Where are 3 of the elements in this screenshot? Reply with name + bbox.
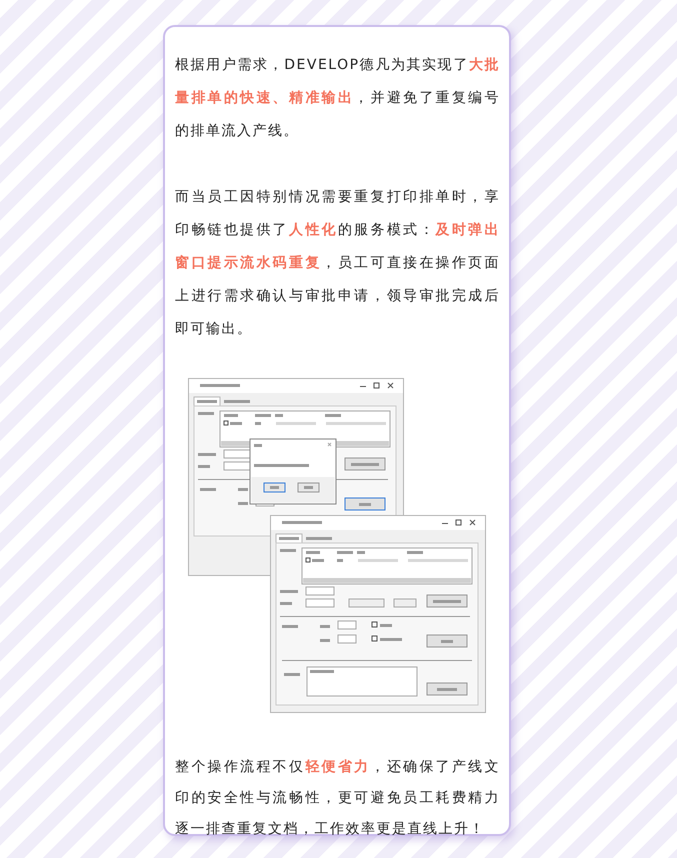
paragraph: 根据用户需求，DEVELOP德凡为其实现了大批量排单的快速、精准输出，并避免了重复编号的排单流入产线。 [175, 56, 500, 141]
paragraph: 而当员工因特别情况需要重复打印排单时，享印畅链也提供了人性化的服务模式：及时弹出窗口提示流水码重复，员工可直接在操作页面上进行需求确认与审批申请，领导审批完成后即可输出。 [175, 188, 500, 339]
paragraph: 整个操作流程不仅轻便省力，还确保了产线文印的安全性与流畅性，更可避免员工耗费精力逐一排查重复文档，工作效率更是直线上升！ [175, 758, 500, 839]
